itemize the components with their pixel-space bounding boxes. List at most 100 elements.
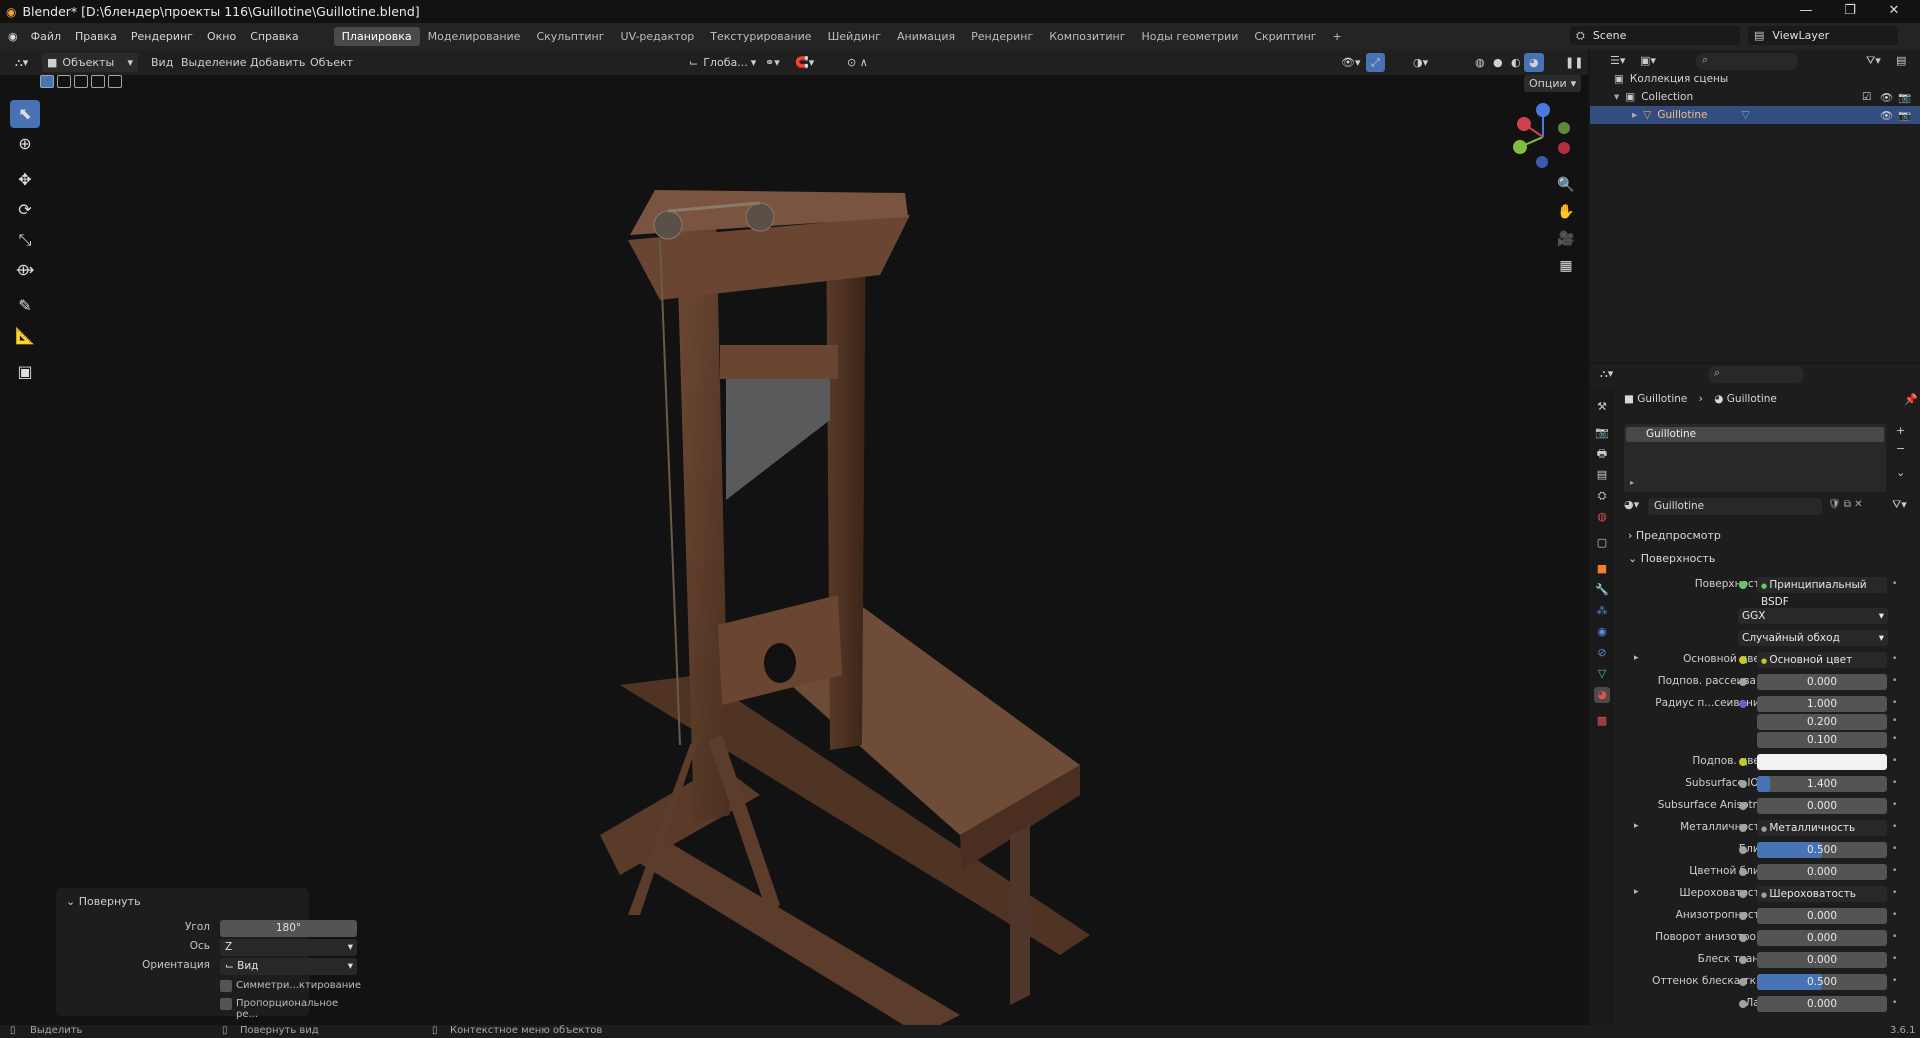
socket-icon[interactable] <box>1739 978 1747 986</box>
symmetry-checkbox[interactable] <box>220 980 232 992</box>
view-layer-selector[interactable]: ▤ ViewLayer <box>1748 26 1898 45</box>
add-slot-icon[interactable]: + <box>1896 424 1905 437</box>
tab-texture-paint[interactable]: Текстурирование <box>702 27 819 46</box>
tab-modeling[interactable]: Моделирование <box>420 27 529 46</box>
options-dropdown[interactable]: Опции ▾ <box>1524 75 1582 92</box>
menu-file[interactable]: Файл <box>24 30 68 43</box>
link-field[interactable]: ● Металличность <box>1757 820 1887 836</box>
world-tab-icon[interactable]: ◍ <box>1594 509 1610 525</box>
tab-geometry-nodes[interactable]: Ноды геометрии <box>1134 27 1247 46</box>
modifier-tab-icon[interactable]: 🔧 <box>1594 582 1610 598</box>
mode-dropdown[interactable]: ■ Объекты ▾ <box>42 53 138 72</box>
tab-rendering[interactable]: Рендеринг <box>963 27 1041 46</box>
panel-title[interactable]: ⌄ Повернуть <box>66 895 141 908</box>
keyframe-icon[interactable]: • <box>1892 778 1897 788</box>
eye-icon[interactable]: 👁 <box>1880 109 1893 122</box>
keyframe-icon[interactable]: • <box>1892 888 1897 898</box>
socket-icon[interactable] <box>1739 758 1747 766</box>
render-tab-icon[interactable]: 📷 <box>1594 425 1610 441</box>
select-new-icon[interactable] <box>40 75 54 88</box>
gizmo-toggle-icon[interactable]: ⤢ <box>1366 53 1385 72</box>
menu-help[interactable]: Справка <box>243 30 305 43</box>
select-intersect-icon[interactable] <box>108 75 122 88</box>
menu-select[interactable]: Выделение <box>176 53 252 72</box>
tab-sculpting[interactable]: Скульптинг <box>528 27 612 46</box>
menu-view[interactable]: Вид <box>146 53 178 72</box>
menu-add[interactable]: Добавить <box>245 53 310 72</box>
select-invert-icon[interactable] <box>91 75 105 88</box>
menu-edit[interactable]: Правка <box>68 30 124 43</box>
keyframe-icon[interactable]: • <box>1892 910 1897 920</box>
annotate-tool[interactable]: ✎ <box>10 292 40 320</box>
filter-icon[interactable]: ⛛▾ <box>1866 54 1881 68</box>
orientation-dropdown[interactable]: ⌙ Вид ▾ <box>220 958 357 975</box>
color-swatch[interactable] <box>1757 754 1887 770</box>
value-field[interactable]: 0.000 <box>1757 798 1887 814</box>
tab-uv-editing[interactable]: UV-редактор <box>613 27 703 46</box>
keyframe-icon[interactable]: • <box>1892 822 1897 832</box>
axis-dropdown[interactable]: Z ▾ <box>220 939 357 956</box>
slot-menu-icon[interactable]: ⌄ <box>1896 466 1905 479</box>
socket-icon[interactable] <box>1739 1000 1747 1008</box>
dropdown[interactable]: Случайный обход ▾ <box>1738 630 1888 646</box>
texture-tab-icon[interactable]: ▩ <box>1594 713 1610 729</box>
pan-hand-icon[interactable]: ✋ <box>1553 199 1579 225</box>
socket-icon[interactable] <box>1739 890 1747 898</box>
select-extend-icon[interactable] <box>57 75 71 88</box>
keyframe-icon[interactable]: • <box>1892 734 1897 744</box>
blender-menu-icon[interactable]: ◉ <box>8 30 18 43</box>
tab-compositing[interactable]: Композитинг <box>1041 27 1133 46</box>
angle-field[interactable]: 180° <box>220 920 357 937</box>
add-workspace-button[interactable]: + <box>1325 27 1350 46</box>
exclude-checkbox-icon[interactable]: ☑ <box>1862 91 1871 103</box>
zoom-icon[interactable]: 🔍 <box>1553 172 1579 198</box>
snap-icon[interactable]: 🧲▾ <box>790 53 819 72</box>
keyframe-icon[interactable]: • <box>1892 654 1897 664</box>
eye-icon[interactable]: 👁 <box>1880 91 1893 104</box>
pivot-icon[interactable]: ⚭▾ <box>760 53 785 72</box>
proportional-checkbox[interactable] <box>220 998 232 1010</box>
display-mode-icon[interactable]: ▣▾ <box>1640 54 1656 67</box>
value-field[interactable]: 0.000 <box>1757 864 1887 880</box>
properties-editor-icon[interactable]: ⛬▾ <box>1600 367 1613 381</box>
material-name-field[interactable]: Guillotine <box>1648 498 1822 515</box>
value-field[interactable]: 0.000 <box>1757 996 1887 1012</box>
material-filter-icon[interactable]: ⛛▾ <box>1892 498 1907 512</box>
keyframe-icon[interactable]: • <box>1892 976 1897 986</box>
socket-icon[interactable] <box>1739 956 1747 964</box>
visibility-icon[interactable]: 👁▾ <box>1336 53 1366 72</box>
socket-icon[interactable] <box>1739 678 1747 686</box>
cursor-tool[interactable]: ⊕ <box>10 130 40 158</box>
socket-icon[interactable] <box>1739 934 1747 942</box>
tool-tab-icon[interactable]: ⚒ <box>1594 399 1610 415</box>
link-field[interactable]: ● Шероховатость <box>1757 886 1887 902</box>
link-field[interactable]: ● Принципиальный BSDF <box>1757 577 1887 608</box>
select-subtract-icon[interactable] <box>74 75 88 88</box>
rendered-shading-icon[interactable]: ◕ <box>1524 53 1544 72</box>
socket-icon[interactable] <box>1739 912 1747 920</box>
sidebar-toggle-icon[interactable]: ❚❚ <box>1560 53 1588 72</box>
scene-tab-icon[interactable]: ⛭ <box>1594 488 1610 504</box>
socket-icon[interactable] <box>1739 581 1747 589</box>
render-camera-icon[interactable]: 📷 <box>1898 91 1911 104</box>
keyframe-icon[interactable]: • <box>1892 844 1897 854</box>
expand-arrow-icon[interactable]: ▸ <box>1630 478 1634 487</box>
tab-layout[interactable]: Планировка <box>333 27 420 46</box>
view-layer-tab-icon[interactable]: ▤ <box>1594 467 1610 483</box>
fake-user-icon[interactable]: 🛡 ⧉ ✕ <box>1828 499 1863 510</box>
link-field[interactable]: ● Основной цвет <box>1757 652 1887 668</box>
material-tab-icon[interactable]: ◕ <box>1594 687 1610 703</box>
value-field[interactable]: 1.400 <box>1757 776 1887 792</box>
output-tab-icon[interactable]: 🖶 <box>1594 446 1610 462</box>
dropdown[interactable]: GGX ▾ <box>1738 608 1888 624</box>
socket-icon[interactable] <box>1739 802 1747 810</box>
value-field[interactable]: 0.100 <box>1757 732 1887 748</box>
keyframe-icon[interactable]: • <box>1892 932 1897 942</box>
select-box-tool[interactable]: ⬉ <box>10 100 40 128</box>
value-field[interactable]: 1.000 <box>1757 696 1887 712</box>
socket-icon[interactable] <box>1739 780 1747 788</box>
maximize-button[interactable]: ❐ <box>1828 0 1872 23</box>
keyframe-icon[interactable]: • <box>1892 676 1897 686</box>
grid-icon[interactable]: ▦ <box>1553 253 1579 279</box>
proportional-edit-icon[interactable]: ⊙ ∧ <box>842 53 873 72</box>
